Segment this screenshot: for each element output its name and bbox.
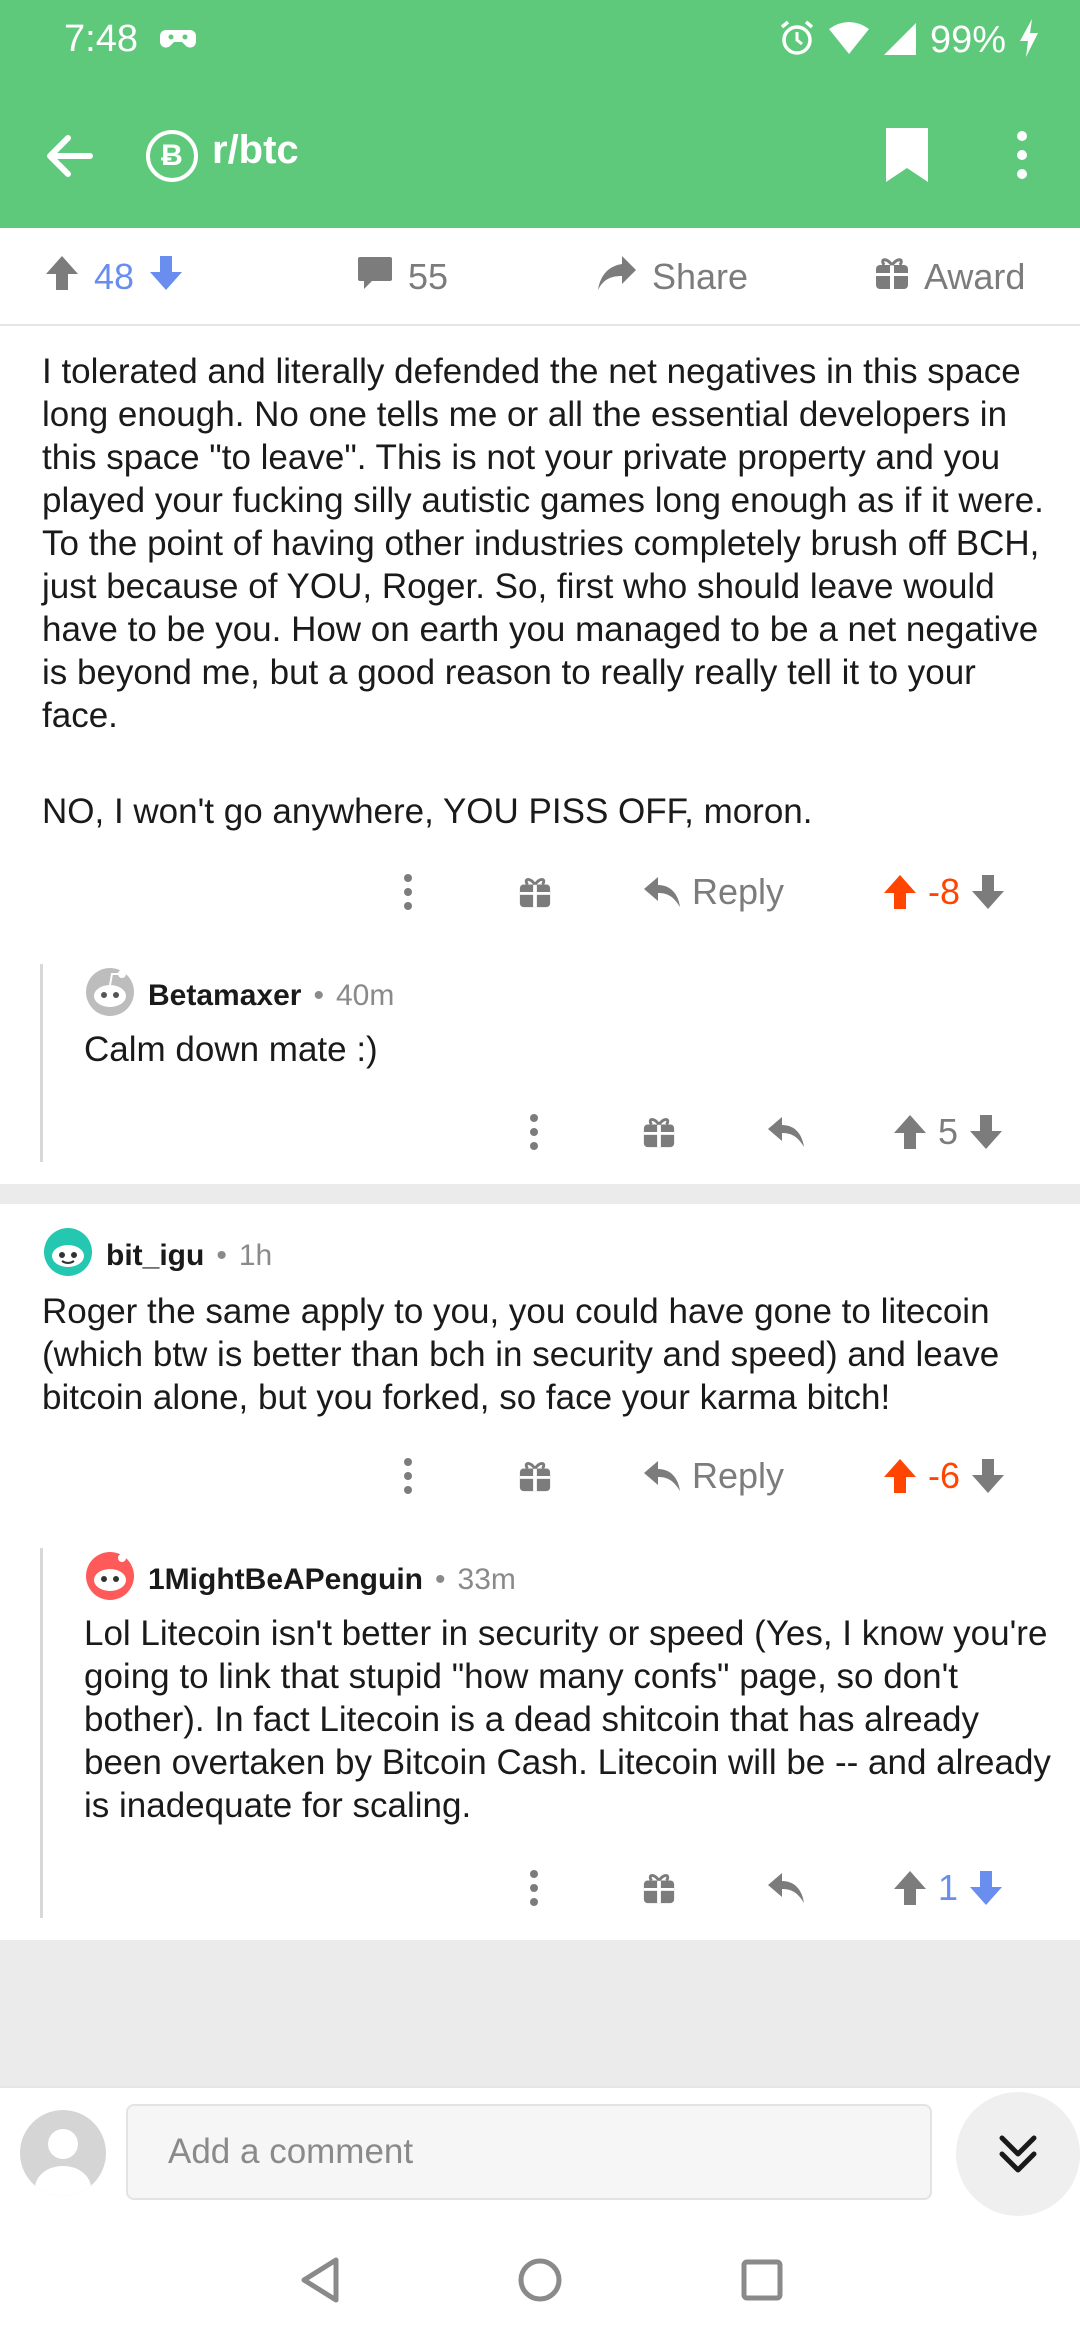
share-arrow-icon <box>596 254 638 301</box>
more-options-icon[interactable] <box>398 1446 418 1506</box>
comment-vote-group: -8 <box>882 862 1006 922</box>
comment-separator: • <box>216 1239 227 1272</box>
nav-home-icon[interactable] <box>516 2256 564 2309</box>
comment-actions: 1 <box>0 1858 1080 1918</box>
gift-icon[interactable] <box>518 862 552 922</box>
comment-time: 40m <box>335 979 395 1012</box>
comment-actions: 5 <box>0 1102 1080 1162</box>
comment-header: bit_igu • 1h <box>42 1226 272 1286</box>
downvote-icon <box>972 875 1005 909</box>
comment-vote-group: 5 <box>892 1102 1004 1162</box>
add-comment-input[interactable]: Add a comment <box>126 2104 932 2200</box>
alarm-icon <box>778 19 816 62</box>
post-share-button[interactable]: Share <box>596 228 748 326</box>
double-chevron-down-icon <box>999 2135 1037 2173</box>
upvote-icon <box>884 1459 916 1493</box>
back-arrow-icon[interactable] <box>40 126 100 186</box>
upvote-icon[interactable] <box>44 254 80 301</box>
upvote-icon <box>894 1115 926 1149</box>
user-avatar-icon[interactable] <box>84 1550 136 1610</box>
wifi-icon <box>828 21 870 60</box>
comment-header: 1MightBeAPenguin • 33m <box>84 1550 516 1610</box>
comment-time: 1h <box>238 1239 273 1272</box>
battery-level: 99% <box>929 18 1006 61</box>
system-nav-bar <box>0 2226 1080 2340</box>
comment-separator: • <box>435 1563 446 1596</box>
reply-label: Reply <box>692 1455 785 1496</box>
post-vote-group: 48 <box>44 228 184 326</box>
comment-actions: Reply -6 <box>0 1446 1080 1506</box>
more-options-icon[interactable] <box>524 1858 544 1918</box>
downvote-icon[interactable] <box>148 254 184 301</box>
comment-author[interactable]: Betamaxer <box>148 979 301 1013</box>
comment-author[interactable]: 1MightBeAPenguin <box>148 1563 423 1597</box>
gift-icon[interactable] <box>642 1858 676 1918</box>
comment-score: -6 <box>928 1455 961 1496</box>
comment-vote-group: -6 <box>882 1446 1006 1506</box>
nav-back-icon[interactable] <box>298 2256 342 2309</box>
nav-recents-icon[interactable] <box>740 2256 784 2309</box>
user-avatar-icon[interactable] <box>84 966 136 1026</box>
thread-separator <box>0 1184 1080 1204</box>
app-header: 7:48 99% Ƀ r/btc <box>0 0 1080 228</box>
current-user-avatar-icon[interactable] <box>20 2110 106 2196</box>
comment-composer: Add a comment <box>0 2086 1080 2226</box>
post-action-bar: 48 55 Share Award <box>0 228 1080 326</box>
comment-vote-group: 1 <box>892 1858 1004 1918</box>
comment-actions: Reply -8 <box>0 862 1080 922</box>
subreddit-name[interactable]: r/btc <box>212 128 299 173</box>
reply-button[interactable]: Reply <box>642 1446 784 1506</box>
reply-icon[interactable] <box>766 1858 806 1918</box>
reply-icon[interactable] <box>766 1102 806 1162</box>
gift-icon <box>874 255 910 300</box>
signal-icon <box>882 21 918 60</box>
comment-body: Lol Litecoin isn't better in security or… <box>84 1614 1051 1825</box>
comment-separator: • <box>313 979 324 1012</box>
toolbar: Ƀ r/btc <box>0 100 1080 210</box>
comment-body: I tolerated and literally defended the n… <box>42 352 1044 735</box>
comment-score: -8 <box>928 871 961 912</box>
comment-score: 1 <box>938 1867 959 1908</box>
comments-end-area <box>0 1940 1080 2086</box>
more-options-icon[interactable] <box>398 862 418 922</box>
gift-icon[interactable] <box>518 1446 552 1506</box>
collapse-button[interactable] <box>956 2092 1080 2216</box>
comment-score: 5 <box>938 1111 959 1152</box>
overflow-menu-icon[interactable] <box>1010 126 1034 189</box>
post-comments[interactable]: 55 <box>356 228 448 326</box>
status-bar: 7:48 99% <box>0 0 1080 80</box>
comment-bubble-icon <box>356 255 394 300</box>
post-comment-count: 55 <box>408 256 449 297</box>
downvote-icon <box>972 1459 1005 1493</box>
comment-author[interactable]: bit_igu <box>106 1239 204 1273</box>
post-vote-count: 48 <box>94 256 135 297</box>
more-options-icon[interactable] <box>524 1102 544 1162</box>
comment-body: Calm down mate :) <box>84 1030 378 1069</box>
comment-body-paragraph: NO, I won't go anywhere, YOU PISS OFF, m… <box>42 792 813 831</box>
comment-body: Roger the same apply to you, you could h… <box>42 1292 1000 1417</box>
post-award-button[interactable]: Award <box>874 228 1025 326</box>
upvote-icon <box>894 1871 926 1905</box>
reply-button[interactable]: Reply <box>642 862 784 922</box>
status-icons: 99% <box>778 14 1040 66</box>
comment-header: Betamaxer • 40m <box>84 966 394 1026</box>
game-controller-icon <box>160 22 196 59</box>
upvote-icon <box>884 875 916 909</box>
downvote-icon <box>970 1115 1003 1149</box>
user-avatar-icon[interactable] <box>42 1226 94 1286</box>
bookmark-icon[interactable] <box>884 126 930 189</box>
reply-label: Reply <box>692 871 785 912</box>
comment-time: 33m <box>457 1563 516 1596</box>
downvote-icon <box>970 1871 1003 1905</box>
share-label: Share <box>652 256 749 297</box>
status-time: 7:48 <box>64 18 138 60</box>
gift-icon[interactable] <box>642 1102 676 1162</box>
charging-icon <box>1018 18 1040 62</box>
award-label: Award <box>924 256 1026 297</box>
subreddit-icon[interactable]: Ƀ <box>146 130 198 182</box>
